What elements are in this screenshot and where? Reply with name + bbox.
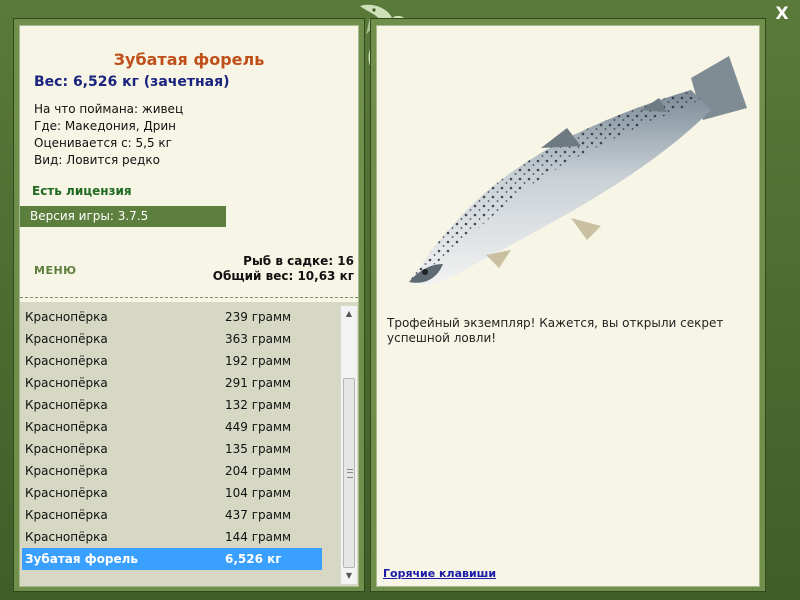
- list-item[interactable]: Краснопёрка 132 грамм: [22, 394, 322, 416]
- menu-button[interactable]: МЕНЮ: [34, 264, 77, 277]
- list-item-weight: 239 грамм: [225, 310, 292, 324]
- list-item[interactable]: Краснопёрка 363 грамм: [22, 328, 322, 350]
- fish-kind: Вид: Ловится редко: [34, 153, 160, 167]
- divider: [20, 297, 358, 298]
- list-item-weight: 132 грамм: [225, 398, 292, 412]
- list-item[interactable]: Краснопёрка 104 грамм: [22, 482, 322, 504]
- trout-image: [409, 56, 747, 286]
- list-item[interactable]: Краснопёрка 204 грамм: [22, 460, 322, 482]
- list-item[interactable]: Краснопёрка 144 грамм: [22, 526, 322, 548]
- list-item-name: Краснопёрка: [25, 486, 108, 500]
- list-item-name: Краснопёрка: [25, 508, 108, 522]
- list-item-weight: 192 грамм: [225, 354, 292, 368]
- list-item[interactable]: Краснопёрка 449 грамм: [22, 416, 322, 438]
- list-item[interactable]: Зубатая форель 6,526 кг: [22, 548, 322, 570]
- scroll-up-icon[interactable]: ▲: [341, 306, 357, 322]
- license-status: Есть лицензия: [32, 184, 132, 198]
- hotkeys-link[interactable]: Горячие клавиши: [383, 567, 496, 580]
- list-item-weight: 437 грамм: [225, 508, 292, 522]
- list-item-weight: 6,526 кг: [225, 552, 282, 566]
- trophy-message: Трофейный экземпляр! Кажется, вы открыли…: [387, 316, 724, 345]
- list-item-weight: 291 грамм: [225, 376, 292, 390]
- fish-title: Зубатая форель: [113, 50, 265, 69]
- scroll-grip-icon: [347, 469, 353, 478]
- fish-weight: Вес: 6,526 кг (зачетная): [34, 74, 230, 90]
- list-item-name: Краснопёрка: [25, 310, 108, 324]
- fish-place: Где: Македония, Дрин: [34, 119, 176, 133]
- fish-display-panel: Трофейный экземпляр! Кажется, вы открыли…: [376, 25, 760, 587]
- fish-info-panel: Зубатая форель Вес: 6,526 кг (зачетная) …: [19, 25, 359, 587]
- list-item-name: Краснопёрка: [25, 464, 108, 478]
- fish-bait: На что поймана: живец: [34, 102, 184, 116]
- fish-rated-from: Оценивается с: 5,5 кг: [34, 136, 172, 150]
- list-item-weight: 449 грамм: [225, 420, 292, 434]
- version-bar: Версия игры: 3.7.5: [20, 206, 226, 227]
- list-item[interactable]: Краснопёрка 239 грамм: [22, 306, 322, 328]
- close-icon[interactable]: X: [772, 4, 792, 24]
- list-item-weight: 204 грамм: [225, 464, 292, 478]
- list-item-name: Краснопёрка: [25, 530, 108, 544]
- list-item-name: Краснопёрка: [25, 442, 108, 456]
- fish-count: Рыб в садке: 16: [243, 254, 354, 268]
- scroll-down-icon[interactable]: ▼: [341, 568, 357, 584]
- list-item-name: Краснопёрка: [25, 398, 108, 412]
- scroll-thumb[interactable]: [343, 378, 355, 568]
- left-panel: Зубатая форель Вес: 6,526 кг (зачетная) …: [13, 18, 365, 592]
- right-panel: Трофейный экземпляр! Кажется, вы открыли…: [370, 18, 766, 592]
- list-item-weight: 135 грамм: [225, 442, 292, 456]
- list-item-name: Зубатая форель: [25, 552, 139, 566]
- list-item[interactable]: Краснопёрка 291 грамм: [22, 372, 322, 394]
- list-item[interactable]: Краснопёрка 192 грамм: [22, 350, 322, 372]
- list-item-name: Краснопёрка: [25, 332, 108, 346]
- catch-list[interactable]: Краснопёрка 239 грамм Краснопёрка 363 грамм…: [20, 302, 358, 586]
- list-item-weight: 144 грамм: [225, 530, 292, 544]
- list-item[interactable]: Краснопёрка 437 грамм: [22, 504, 322, 526]
- list-scrollbar[interactable]: ▲ ▼: [340, 306, 357, 584]
- list-item[interactable]: Краснопёрка 135 грамм: [22, 438, 322, 460]
- total-weight: Общий вес: 10,63 кг: [212, 269, 354, 283]
- list-item-weight: 104 грамм: [225, 486, 292, 500]
- list-item-name: Краснопёрка: [25, 376, 108, 390]
- list-item-name: Краснопёрка: [25, 420, 108, 434]
- list-item-weight: 363 грамм: [225, 332, 292, 346]
- list-item-name: Краснопёрка: [25, 354, 108, 368]
